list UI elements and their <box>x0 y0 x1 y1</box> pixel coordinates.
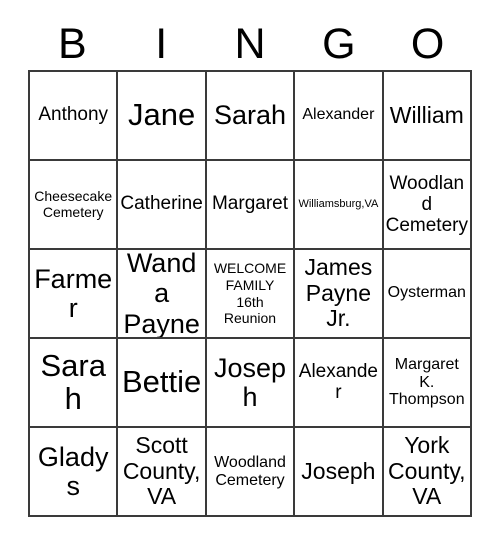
bingo-cell[interactable]: Sarah <box>30 339 119 428</box>
bingo-cell-label: Bettie <box>121 364 202 400</box>
bingo-cell-label: Wanda Payne <box>123 250 200 339</box>
bingo-cell-label: Gladys <box>37 441 109 501</box>
bingo-cell-label: Alexander <box>302 106 375 124</box>
bingo-cell-label: Joseph <box>213 352 287 412</box>
bingo-cell[interactable]: Wanda Payne <box>118 250 207 339</box>
bingo-cell-label: Margaret <box>211 193 288 215</box>
bingo-header-letter-i: I <box>155 19 168 68</box>
bingo-cell[interactable]: Catherine <box>118 161 207 250</box>
bingo-cell[interactable]: Bettie <box>118 339 207 428</box>
bingo-cell[interactable]: Anthony <box>30 72 119 161</box>
bingo-cell[interactable]: Sarah <box>206 72 296 161</box>
bingo-cell-label: Farmer <box>34 263 113 323</box>
bingo-header-letter-o: O <box>410 19 445 68</box>
bingo-cell[interactable]: James Payne Jr. <box>295 250 384 339</box>
bingo-cell[interactable]: Joseph <box>206 339 296 428</box>
bingo-cell-label: Sarah <box>213 100 287 131</box>
bingo-grid: Anthony Jane Sarah Alexander William Cheeseca… <box>28 70 472 517</box>
bingo-cell[interactable]: Alexander <box>295 72 384 161</box>
bingo-header-letter-g: G <box>322 19 356 68</box>
bingo-cell-label: Jane <box>127 97 196 133</box>
bingo-header-letter-n: N <box>234 19 266 68</box>
bingo-cell[interactable]: York County, VA <box>383 428 472 517</box>
bingo-cell-label: Catherine <box>120 193 203 215</box>
bingo-free-space-cell[interactable]: WELCOME FAMILY 16th Reunion <box>206 250 296 339</box>
bingo-cell[interactable]: Joseph <box>295 428 384 517</box>
bingo-cell-label: Scott County, VA <box>122 431 201 510</box>
bingo-cell[interactable]: Scott County, VA <box>118 428 207 517</box>
bingo-cell[interactable]: Woodland Cemetery <box>206 428 296 517</box>
bingo-header-letter-b: B <box>58 19 87 68</box>
bingo-card: B I N G O Anthony Jane Sarah Alexander Willi… <box>0 0 500 544</box>
bingo-cell[interactable]: Oysterman <box>383 250 472 339</box>
bingo-cell-label: Sarah <box>40 347 106 416</box>
bingo-cell-label: Woodland Cemetery <box>385 172 468 237</box>
bingo-cell-label: Anthony <box>38 104 109 126</box>
bingo-cell-label: Woodland Cemetery <box>214 453 286 489</box>
bingo-cell-label: Cheesecake Cemetery <box>34 187 113 220</box>
bingo-cell[interactable]: Margaret K. Thompson <box>383 339 472 428</box>
bingo-cell-label: James Payne Jr. <box>304 253 373 332</box>
bingo-cell-label: Joseph <box>301 458 376 485</box>
bingo-cell[interactable]: Williamsburg,VA <box>295 161 384 250</box>
bingo-cell-label: Williamsburg,VA <box>298 197 379 210</box>
bingo-header-row: B I N G O <box>28 18 472 70</box>
bingo-cell[interactable]: Jane <box>118 72 207 161</box>
bingo-cell[interactable]: William <box>383 72 472 161</box>
bingo-cell[interactable]: Cheesecake Cemetery <box>30 161 119 250</box>
bingo-cell[interactable]: Alexander <box>295 339 384 428</box>
bingo-cell-label: Oysterman <box>387 284 466 302</box>
bingo-cell[interactable]: Farmer <box>30 250 119 339</box>
bingo-cell[interactable]: Gladys <box>30 428 119 517</box>
bingo-cell-label: Alexander <box>298 361 378 403</box>
bingo-cell-label: William <box>389 102 464 129</box>
bingo-cell[interactable]: Woodland Cemetery <box>383 161 472 250</box>
bingo-cell-label: York County, VA <box>388 431 466 510</box>
bingo-cell-label: WELCOME FAMILY 16th Reunion <box>213 260 287 327</box>
bingo-cell[interactable]: Margaret <box>206 161 296 250</box>
bingo-cell-label: Margaret K. Thompson <box>389 355 465 409</box>
